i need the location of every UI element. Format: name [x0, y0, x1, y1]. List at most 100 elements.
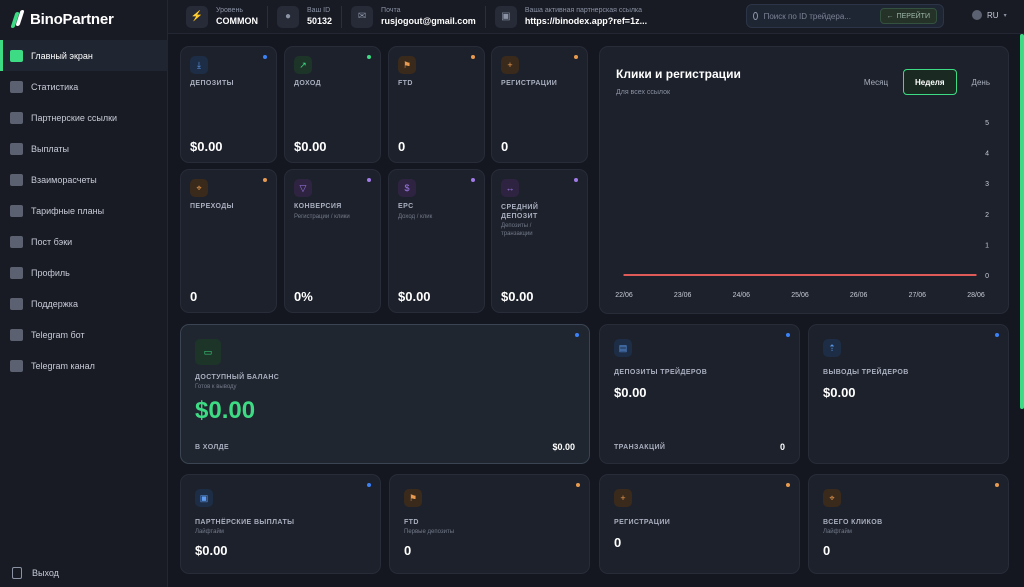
- partner-payouts-card: ▣ ПАРТНЁРСКИЕ ВЫПЛАТЫ Лайфтайм $0.00: [180, 474, 381, 574]
- link-icon: ▣: [494, 5, 517, 28]
- user-icon: ●: [277, 5, 299, 28]
- y-tick-label: 4: [985, 151, 989, 158]
- ftd-lifetime-sub: Первые депозиты: [404, 529, 455, 535]
- balance-sub: Готов к выводу: [195, 384, 237, 390]
- avg-deposit-sub: Депозиты / транзакции: [501, 223, 533, 237]
- ref-link-block[interactable]: ▣ Ваша активная партнерская ссылка https…: [486, 0, 656, 34]
- hold-label: В ХОЛДЕ: [195, 444, 230, 451]
- ftd-title: FTD: [398, 80, 413, 87]
- trader-withdrawals-value: $0.00: [823, 385, 856, 400]
- registrations-lifetime-title: РЕГИСТРАЦИИ: [614, 519, 671, 526]
- status-dot: [574, 55, 578, 59]
- status-dot: [574, 178, 578, 182]
- support-icon: [10, 297, 23, 310]
- series-point: [740, 274, 743, 276]
- status-dot: [995, 483, 999, 487]
- transitions-card: ⌖ ПЕРЕХОДЫ 0: [180, 169, 277, 313]
- document-icon: ▤: [614, 339, 632, 357]
- app-name: BinoPartner: [30, 10, 114, 28]
- id-value: 50132: [307, 16, 333, 26]
- telegram-icon: [10, 359, 23, 372]
- flag-icon: ⚑: [404, 489, 422, 507]
- link-icon: [10, 111, 23, 124]
- home-icon: [10, 49, 23, 62]
- user-plus-icon: +: [501, 56, 519, 74]
- conversion-title: КОНВЕРСИЯ: [294, 203, 342, 210]
- trader-deposits-value: $0.00: [614, 385, 647, 400]
- sidebar-item[interactable]: Взаиморасчеты: [0, 164, 168, 195]
- sidebar-item[interactable]: Тарифные планы: [0, 195, 168, 226]
- payout-icon: [10, 142, 23, 155]
- ftd-lifetime-title: FTD: [404, 519, 419, 526]
- top-header: ⚡ Уровень COMMON ● Ваш ID 50132 ✉ Почта …: [168, 0, 1024, 34]
- x-tick-label: 26/06: [850, 292, 868, 299]
- postback-icon: [10, 235, 23, 248]
- cursor-click-icon: ⌖: [190, 179, 208, 197]
- stats-icon: [10, 80, 23, 93]
- x-tick-label: 22/06: [615, 292, 633, 299]
- total-clicks-sub: Лайфтайм: [823, 529, 852, 535]
- ftd-value: 0: [398, 139, 406, 154]
- status-dot: [786, 483, 790, 487]
- partner-payouts-title: ПАРТНЁРСКИЕ ВЫПЛАТЫ: [195, 519, 295, 526]
- sidebar-item[interactable]: Telegram канал: [0, 350, 168, 381]
- search-icon: [753, 12, 758, 20]
- income-title: ДОХОД: [294, 80, 321, 87]
- sidebar-item[interactable]: Telegram бот: [0, 319, 168, 350]
- level-value: COMMON: [216, 16, 258, 26]
- sidebar-item[interactable]: Главный экран: [0, 40, 168, 71]
- registrations-card: + РЕГИСТРАЦИИ 0: [491, 46, 588, 163]
- logo[interactable]: BinoPartner: [10, 8, 114, 30]
- user-plus-icon: +: [614, 489, 632, 507]
- total-clicks-value: 0: [823, 543, 831, 558]
- sidebar-item[interactable]: Выплаты: [0, 133, 168, 164]
- epc-card: $ EPC Доход / клик $0.00: [388, 169, 485, 313]
- x-tick-label: 24/06: [733, 292, 751, 299]
- app-root: BinoPartner Главный экран Статистика Партн…: [0, 0, 1024, 587]
- sidebar-item-label: Тарифные планы: [31, 205, 105, 216]
- y-tick-label: 1: [985, 242, 989, 249]
- sidebar-item-label: Взаиморасчеты: [31, 174, 97, 185]
- status-dot: [575, 333, 579, 337]
- x-tick-label: 27/06: [909, 292, 927, 299]
- logout-label: Выход: [32, 568, 59, 578]
- sidebar-item[interactable]: Профиль: [0, 257, 168, 288]
- series-point: [799, 274, 801, 276]
- logout-button[interactable]: Выход: [12, 567, 59, 579]
- conversion-sub: Регистрации / клики: [294, 214, 350, 220]
- lightning-icon: ⚡: [186, 5, 208, 28]
- wallet-icon: ▣: [195, 489, 213, 507]
- status-dot: [263, 178, 267, 182]
- deposits-value: $0.00: [190, 139, 223, 154]
- epc-sub: Доход / клик: [398, 214, 433, 220]
- logout-icon: [12, 567, 22, 579]
- tariff-icon: [10, 204, 23, 217]
- sidebar-item[interactable]: Пост бэки: [0, 226, 168, 257]
- language-selector[interactable]: RU ▾: [972, 10, 1007, 20]
- sidebar-item[interactable]: Поддержка: [0, 288, 168, 319]
- chevron-down-icon: ▾: [1003, 12, 1007, 19]
- language-value: RU: [987, 10, 999, 20]
- sidebar-item[interactable]: Статистика: [0, 71, 168, 102]
- registrations-lifetime-value: 0: [614, 535, 622, 550]
- avg-deposit-title: СРЕДНИЙ ДЕПОЗИТ: [501, 204, 539, 220]
- available-balance-card: ▭ ДОСТУПНЫЙ БАЛАНС Готов к выводу $0.00 …: [180, 324, 590, 464]
- avg-deposit-card: ↔ СРЕДНИЙ ДЕПОЗИТ Депозиты / транзакции …: [491, 169, 588, 313]
- scrollbar[interactable]: [1020, 34, 1024, 409]
- total-clicks-title: ВСЕГО КЛИКОВ: [823, 519, 883, 526]
- x-tick-label: 23/06: [674, 292, 692, 299]
- trader-search-input[interactable]: [763, 11, 874, 21]
- id-label: Ваш ID: [307, 7, 331, 14]
- go-button[interactable]: ← ПЕРЕЙТИ: [879, 8, 937, 24]
- income-value: $0.00: [294, 139, 327, 154]
- status-dot: [471, 178, 475, 182]
- sidebar-item-label: Telegram канал: [31, 360, 95, 371]
- sidebar-item[interactable]: Партнерские ссылки: [0, 102, 168, 133]
- balance-value: $0.00: [195, 397, 256, 424]
- wallet-icon: ▭: [195, 339, 221, 365]
- x-tick-label: 25/06: [791, 292, 809, 299]
- download-icon: ⤓: [190, 56, 208, 74]
- series-point: [623, 274, 625, 276]
- ref-link-value[interactable]: https://binodex.app?ref=1z...: [525, 15, 647, 27]
- trader-deposits-card: ▤ ДЕПОЗИТЫ ТРЕЙДЕРОВ $0.00 ТРАНЗАКЦИЙ 0: [599, 324, 800, 464]
